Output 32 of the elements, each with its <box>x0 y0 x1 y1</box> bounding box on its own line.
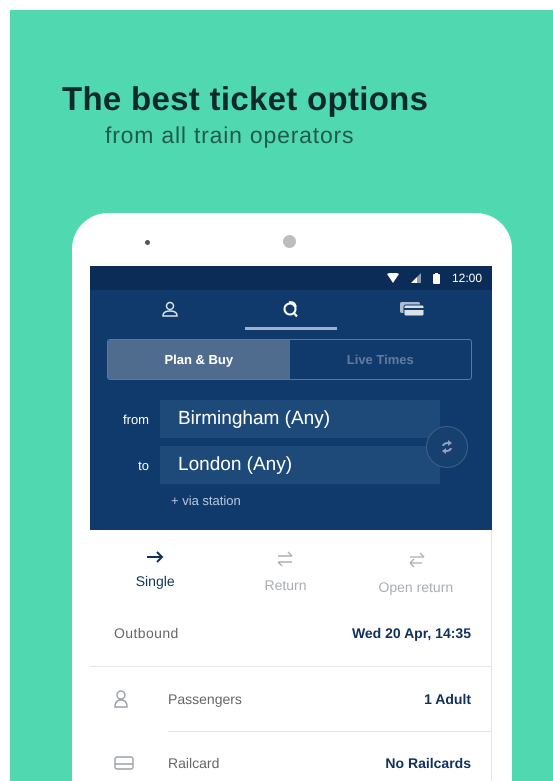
mode-tab[interactable]: Plan & Buy <box>108 340 290 379</box>
speaker-dot <box>145 240 150 245</box>
option-label: Passengers <box>168 691 242 707</box>
card-icon <box>114 756 134 770</box>
cards-icon <box>398 300 425 316</box>
subheadline: from all train operators <box>105 122 354 149</box>
wifi-icon <box>386 273 399 283</box>
person-icon <box>161 300 180 316</box>
camera-dot <box>283 235 296 248</box>
status-time: 12:00 <box>452 271 482 285</box>
battery-icon <box>432 272 440 284</box>
option-label: Railcard <box>168 755 220 771</box>
signal-icon <box>410 273 421 283</box>
from-label: from <box>122 412 150 426</box>
swap-icon <box>440 440 454 454</box>
outbound-row[interactable]: Outbound Wed 20 Apr, 14:35 <box>90 600 491 667</box>
to-field[interactable]: London (Any) <box>160 446 440 484</box>
option-row[interactable]: Passengers 1 Adult <box>90 667 491 731</box>
to-label: to <box>137 458 150 472</box>
person-icon <box>114 690 128 708</box>
outbound-label: Outbound <box>114 625 179 641</box>
search-icon <box>280 300 301 318</box>
ticket-type-option[interactable]: Single <box>90 550 220 596</box>
arrow-right-icon <box>146 551 164 563</box>
option-value: 1 Adult <box>424 691 471 707</box>
from-field[interactable]: Birmingham (Any) <box>160 400 440 438</box>
option-value: No Railcards <box>385 755 471 771</box>
headline: The best ticket options <box>62 80 428 118</box>
option-row[interactable]: Railcard No Railcards <box>90 731 491 781</box>
swap-button[interactable] <box>426 426 468 468</box>
via-station-link[interactable]: + via station <box>171 493 241 508</box>
outbound-value: Wed 20 Apr, 14:35 <box>352 625 471 641</box>
